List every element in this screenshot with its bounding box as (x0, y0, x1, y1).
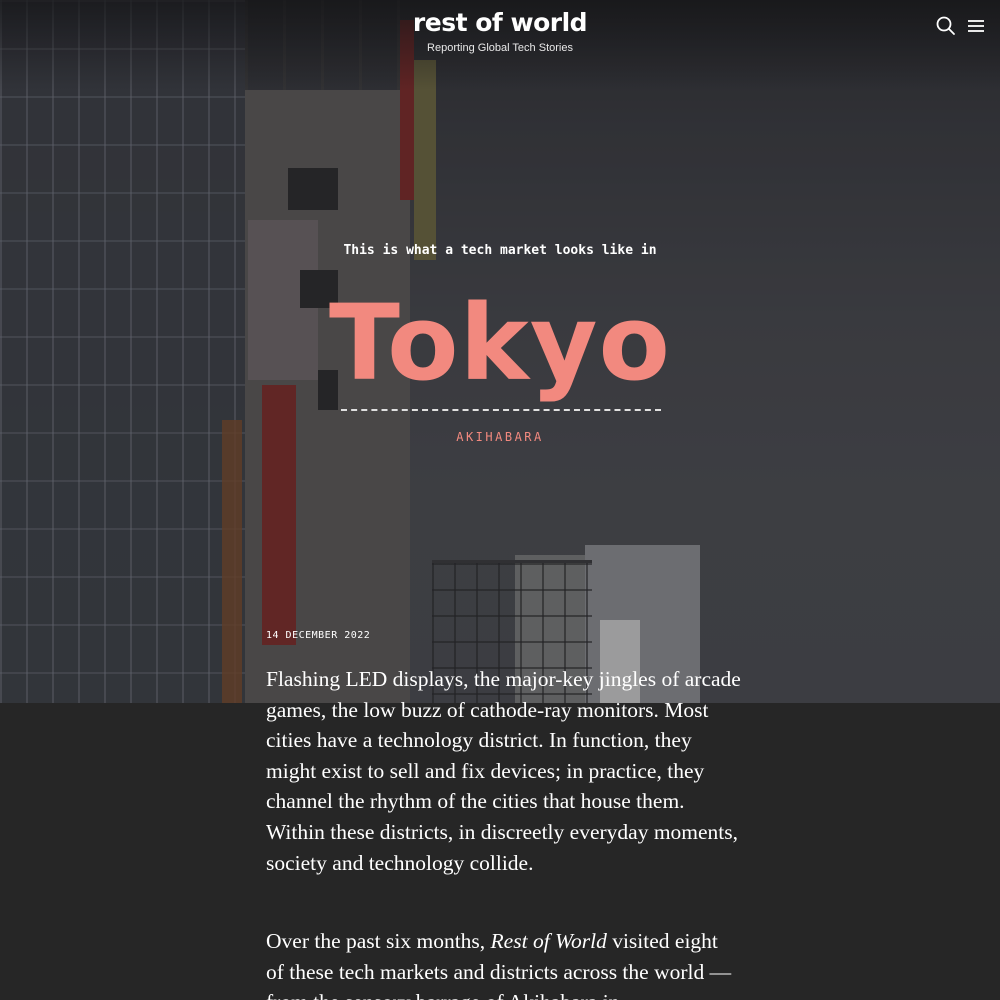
hero-kicker: This is what a tech market looks like in (343, 243, 657, 258)
article-paragraph: Flashing LED displays, the major-key jin… (266, 667, 741, 875)
hero-city-title: Tokyo (329, 282, 671, 404)
search-icon[interactable] (934, 14, 958, 38)
hamburger-menu-icon[interactable] (964, 14, 988, 38)
dashed-divider (341, 409, 661, 411)
hero-district: AKIHABARA (456, 430, 544, 444)
site-logo[interactable]: rest of world (0, 8, 1000, 37)
article-paragraph: Over the past six months, Rest of World … (266, 926, 741, 1000)
site-tagline: Reporting Global Tech Stories (427, 42, 573, 54)
paragraph-text: Over the past six months, (266, 929, 491, 953)
publication-name: Rest of World (490, 929, 607, 953)
article-date: 14 DECEMBER 2022 (266, 630, 371, 641)
